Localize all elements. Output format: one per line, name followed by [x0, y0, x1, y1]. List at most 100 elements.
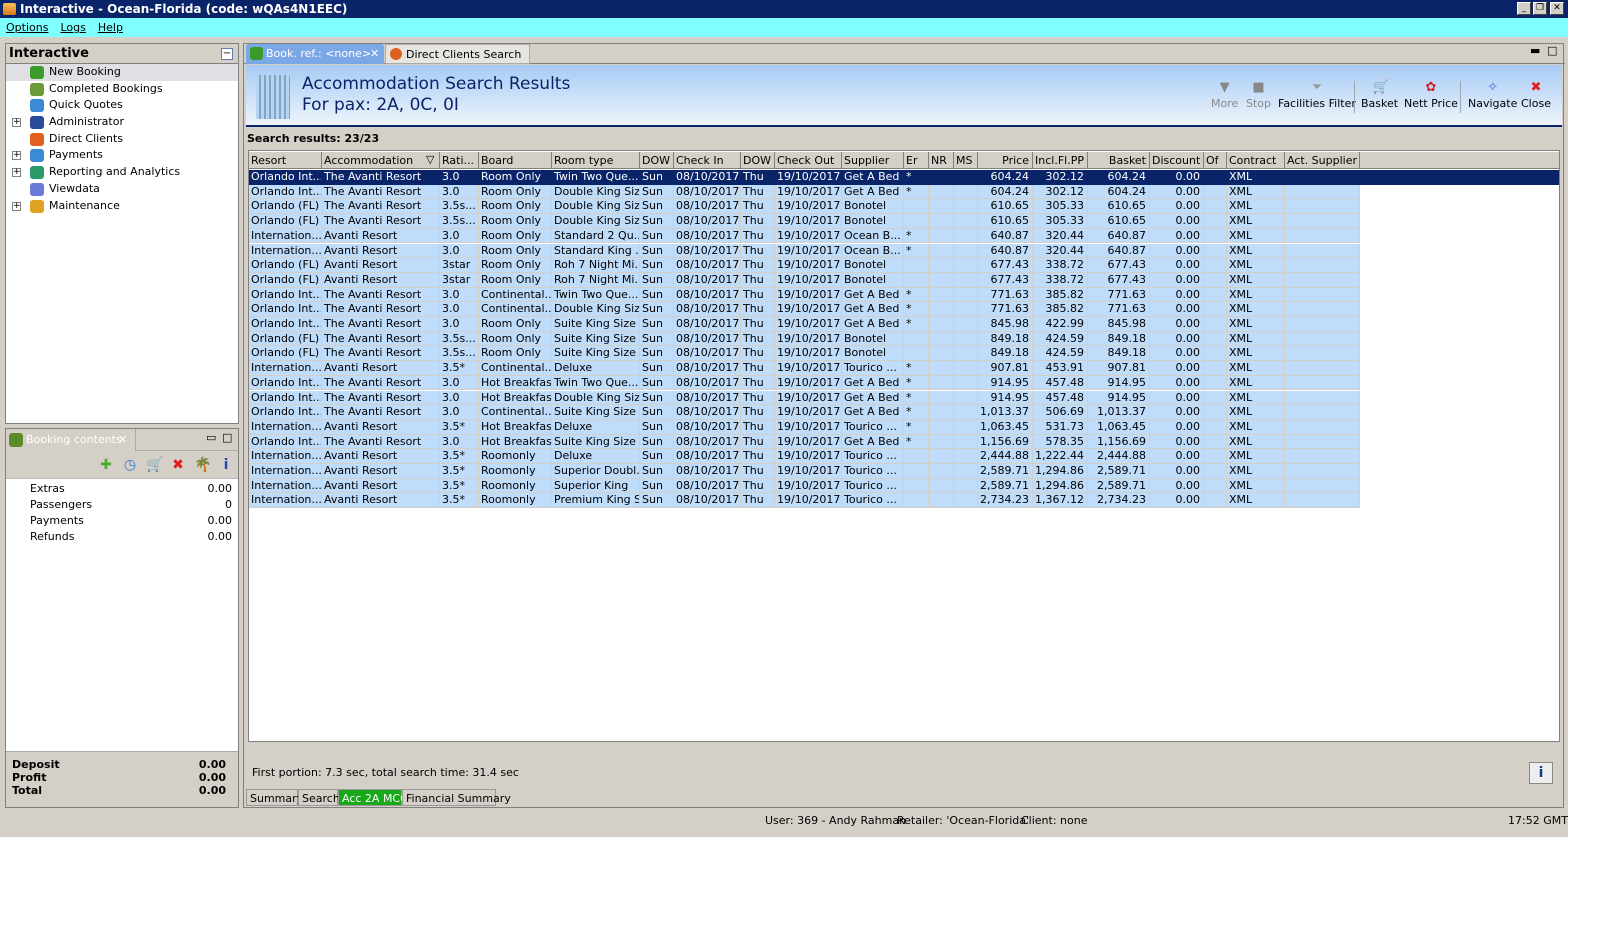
booking-contents-tab[interactable]: Booking contents ✕ — [6, 429, 136, 451]
nav-item-new-booking[interactable]: New Booking — [6, 64, 238, 81]
column-header-supplier[interactable]: Supplier — [842, 152, 904, 169]
close-icon: ✖ — [1530, 80, 1542, 95]
column-header-er[interactable]: Er — [904, 152, 929, 169]
clock-refresh-icon[interactable]: ◷ — [122, 457, 138, 473]
filter-icon[interactable]: ▽ — [426, 153, 434, 166]
column-header-board[interactable]: Board — [479, 152, 552, 169]
basket-arrow-icon[interactable]: 🛒 — [146, 457, 163, 473]
more-button[interactable]: ▼ More — [1211, 81, 1238, 111]
table-cell: Suite King Size ... — [552, 317, 640, 332]
close-tab-icon[interactable]: ✕ — [118, 429, 127, 451]
nett-price-button[interactable]: ✿ Nett Price — [1404, 81, 1458, 111]
table-cell: 0.00 — [1150, 361, 1204, 376]
nav-item-reporting-and-analytics[interactable]: + Reporting and Analytics — [6, 164, 238, 181]
table-cell: Thu — [741, 405, 775, 420]
bottom-tab-search[interactable]: Search — [298, 789, 340, 806]
maximize-panel-icon[interactable]: □ — [222, 431, 232, 444]
nav-item-payments[interactable]: + Payments — [6, 147, 238, 164]
minimize-panel-icon[interactable]: ▭ — [206, 431, 216, 444]
table-cell: Suite King Size ... — [552, 405, 640, 420]
minimize-button[interactable]: _ — [1517, 2, 1531, 15]
nav-item-quick-quotes[interactable]: Quick Quotes — [6, 97, 238, 114]
column-header-room-type[interactable]: Room type — [552, 152, 640, 169]
table-cell: Room Only — [479, 258, 552, 273]
table-cell: 0.00 — [1150, 258, 1204, 273]
maximize-view-icon[interactable]: □ — [1547, 44, 1557, 57]
column-header-incl-fl-pp[interactable]: Incl.Fl.PP — [1033, 152, 1088, 169]
menu-options[interactable]: Options — [6, 21, 48, 34]
table-cell: Deluxe — [552, 449, 640, 464]
column-header-rati[interactable]: Rati... — [440, 152, 479, 169]
delete-icon[interactable]: ✖ — [170, 457, 186, 473]
add-icon[interactable]: ✚ — [98, 457, 114, 473]
nav-item-label: Completed Bookings — [49, 81, 163, 95]
close-button[interactable]: ✖ Close — [1521, 80, 1551, 111]
status-user: User: 369 - Andy Rahman — [765, 814, 907, 827]
column-header-nr[interactable]: NR — [929, 152, 954, 169]
table-cell: Avanti Resort — [322, 258, 440, 273]
bottom-tab-acc-2a-mco[interactable]: Acc 2A MCO — [338, 789, 409, 806]
column-header-basket[interactable]: Basket — [1088, 152, 1150, 169]
facilities-filter-button[interactable]: ⏷ Facilities Filter — [1278, 80, 1356, 111]
column-header-ms[interactable]: MS — [954, 152, 978, 169]
column-header-check-in[interactable]: Check In — [674, 152, 741, 169]
menu-logs[interactable]: Logs — [60, 21, 85, 34]
table-cell: 08/10/2017 — [674, 464, 741, 479]
table-cell: 19/10/2017 — [775, 478, 842, 494]
basket-button[interactable]: 🛒 Basket — [1361, 81, 1398, 111]
bottom-tab-summary[interactable]: Summary — [246, 789, 303, 806]
booking-row: Passengers 0 — [6, 497, 238, 513]
expand-icon[interactable]: + — [12, 151, 21, 161]
table-cell: 610.65 — [978, 214, 1033, 229]
table-cell: * — [904, 434, 929, 450]
column-header-price[interactable]: Price — [978, 152, 1033, 169]
column-header-resort[interactable]: Resort — [249, 152, 322, 169]
table-cell: 640.87 — [978, 228, 1033, 244]
column-header-dow[interactable]: DOW — [741, 152, 775, 169]
table-cell: Room Only — [479, 331, 552, 347]
column-header-dow[interactable]: DOW — [640, 152, 674, 169]
pax-subtitle: For pax: 2A, 0C, 0I — [302, 95, 459, 115]
table-cell — [954, 361, 978, 376]
table-cell — [929, 434, 954, 450]
menu-help[interactable]: Help — [98, 21, 123, 34]
table-cell: XML — [1227, 464, 1285, 479]
table-cell: 3.5* — [440, 361, 479, 376]
table-cell — [1285, 390, 1360, 406]
column-header-contract[interactable]: Contract — [1227, 152, 1285, 169]
table-cell: 08/10/2017 — [674, 493, 741, 509]
bottom-tab-financial-summary[interactable]: Financial Summary — [402, 789, 511, 806]
minimize-view-icon[interactable]: ▬ — [1530, 44, 1540, 57]
nav-item-viewdata[interactable]: Viewdata — [6, 181, 238, 198]
info-icon[interactable]: i — [218, 457, 234, 473]
table-cell: 19/10/2017 — [775, 405, 842, 420]
tab-direct-clients-search[interactable]: Direct Clients Search — [385, 44, 530, 64]
nav-item-completed-bookings[interactable]: Completed Bookings — [6, 81, 238, 98]
restore-button[interactable]: ❐ — [1533, 2, 1547, 15]
table-cell: 08/10/2017 — [674, 419, 741, 435]
funnel-icon: ⏷ — [1311, 80, 1323, 95]
nav-item-administrator[interactable]: + Administrator — [6, 114, 238, 131]
table-cell: Sun — [640, 464, 674, 479]
table-cell: 0.00 — [1150, 302, 1204, 317]
expand-icon[interactable]: + — [12, 168, 21, 178]
column-header-act-supplier[interactable]: Act. Supplier — [1285, 152, 1360, 169]
table-cell: Orlando Int... — [249, 287, 322, 303]
stop-button[interactable]: ■ Stop — [1246, 81, 1271, 111]
column-header-of[interactable]: Of — [1204, 152, 1227, 169]
tab-booking-ref[interactable]: Book. ref.: <none> ✕ — [246, 44, 384, 64]
navigate-button[interactable]: ✧ Navigate — [1468, 81, 1517, 111]
nav-item-maintenance[interactable]: + Maintenance — [6, 198, 238, 215]
expand-icon[interactable]: + — [12, 118, 21, 128]
column-header-accommodation[interactable]: Accommodation — [322, 152, 440, 169]
column-header-discount[interactable]: Discount — [1150, 152, 1204, 169]
table-cell: XML — [1227, 434, 1285, 450]
info-button[interactable]: i — [1529, 762, 1553, 784]
column-header-check-out[interactable]: Check Out — [775, 152, 842, 169]
collapse-icon[interactable]: − — [221, 48, 233, 60]
close-window-button[interactable]: ✕ — [1550, 2, 1564, 15]
nav-item-direct-clients[interactable]: Direct Clients — [6, 131, 238, 148]
expand-icon[interactable]: + — [12, 201, 21, 211]
palm-island-icon[interactable]: 🌴 — [194, 457, 211, 473]
close-tab-icon[interactable]: ✕ — [370, 44, 379, 64]
